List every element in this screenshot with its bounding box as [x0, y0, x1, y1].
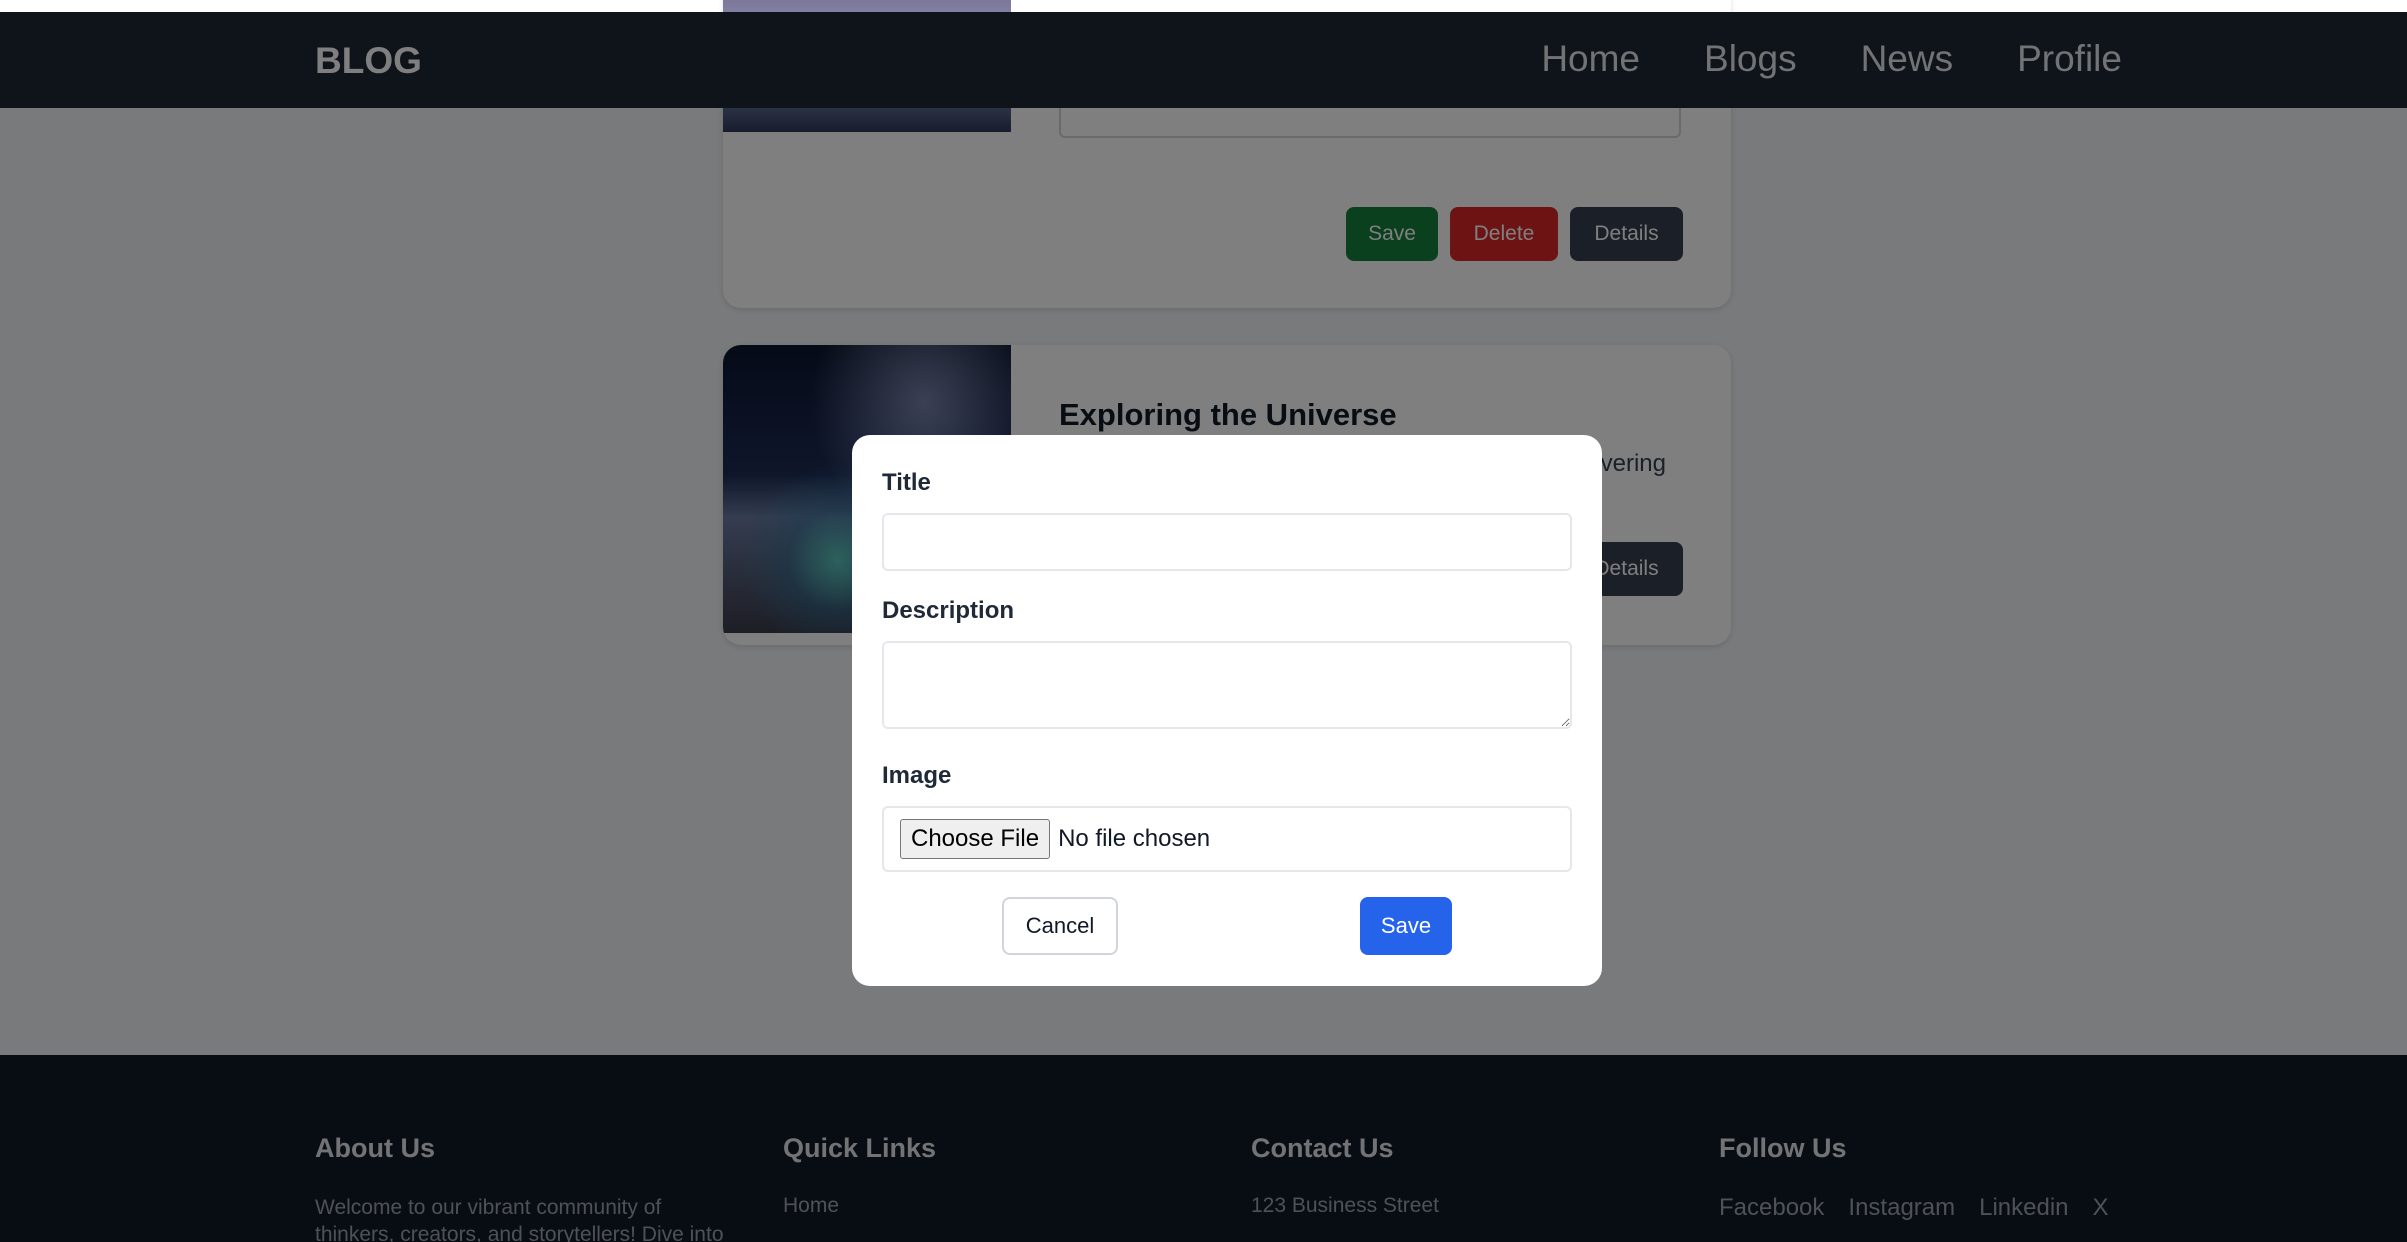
image-file-input[interactable]: Choose File No file chosen — [882, 806, 1572, 872]
choose-file-button[interactable]: Choose File — [900, 819, 1051, 859]
save-button[interactable]: Save — [1360, 897, 1452, 955]
image-label: Image — [882, 762, 952, 789]
create-post-modal: Title Description Image Choose File No f… — [852, 435, 1602, 986]
file-status: No file chosen — [1058, 825, 1211, 852]
description-input[interactable] — [882, 641, 1572, 729]
cancel-button[interactable]: Cancel — [1002, 897, 1118, 955]
description-label: Description — [882, 597, 1015, 624]
title-input[interactable] — [882, 513, 1572, 571]
title-label: Title — [882, 469, 931, 496]
